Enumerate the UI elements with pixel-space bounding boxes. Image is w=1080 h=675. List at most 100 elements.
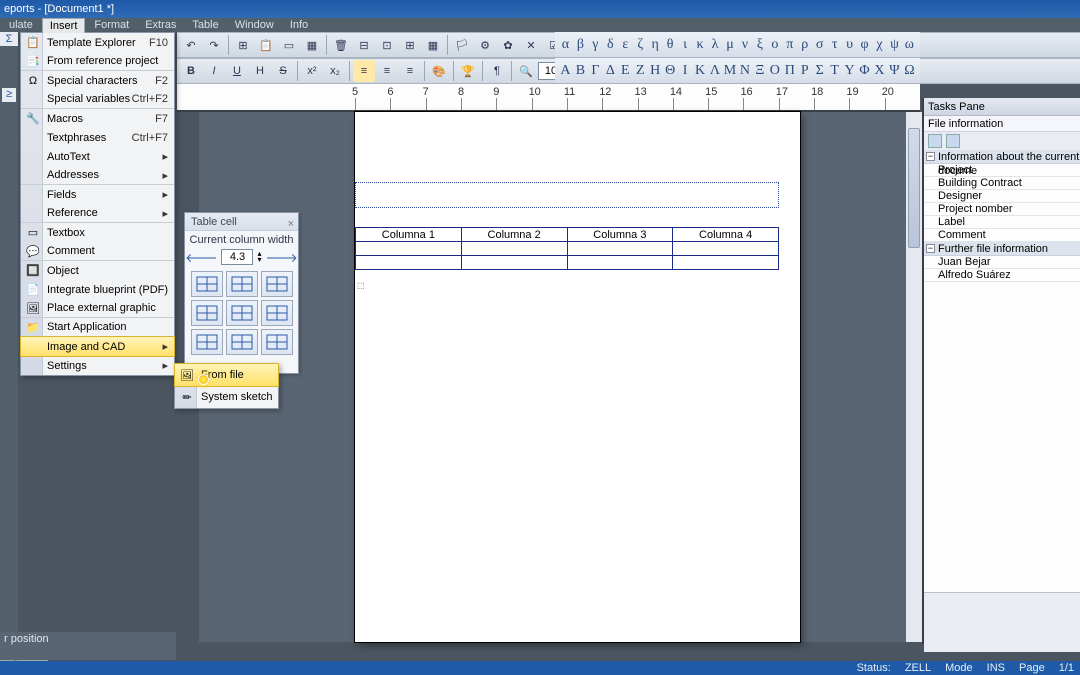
greek-char-btn[interactable]: χ	[872, 34, 887, 56]
info-field[interactable]: Label	[924, 216, 1080, 229]
greek-char-btn[interactable]: Κ	[693, 60, 708, 82]
strike-btn[interactable]: S	[272, 60, 294, 82]
document-page[interactable]: Columna 1Columna 2Columna 3Columna 4 ⬚	[355, 112, 800, 642]
greek-char-btn[interactable]: ε	[618, 34, 633, 56]
menu-format[interactable]: Format	[87, 18, 136, 32]
greek-char-btn[interactable]: Μ	[722, 60, 737, 82]
table-layout-btn[interactable]	[261, 329, 293, 355]
info-field[interactable]: Juan Bejar	[924, 256, 1080, 269]
greek-char-btn[interactable]: Δ	[603, 60, 618, 82]
greek-char-btn[interactable]: ω	[902, 34, 917, 56]
tool-btn[interactable]: ⊡	[376, 34, 398, 56]
greek-char-btn[interactable]: Ν	[737, 60, 752, 82]
greek-char-btn[interactable]: Ι	[678, 60, 693, 82]
greek-char-btn[interactable]: Ω	[902, 60, 917, 82]
tool-btn[interactable]: ▦	[301, 34, 323, 56]
greek-char-btn[interactable]: ψ	[887, 34, 902, 56]
greek-char-btn[interactable]: Τ	[827, 60, 842, 82]
info-field[interactable]: Designer	[924, 190, 1080, 203]
greek-char-btn[interactable]: β	[573, 34, 588, 56]
placeholder-frame[interactable]	[355, 182, 779, 208]
task-icon[interactable]	[928, 134, 942, 148]
greek-char-btn[interactable]: Ε	[618, 60, 633, 82]
greek-char-btn[interactable]: Χ	[872, 60, 887, 82]
dock-btn[interactable]: ≥	[2, 88, 16, 102]
close-icon[interactable]: ×	[288, 215, 294, 233]
bold-btn[interactable]: B	[180, 60, 202, 82]
greek-char-btn[interactable]: θ	[663, 34, 678, 56]
tool-btn[interactable]: 🏳	[451, 34, 473, 56]
tool-btn[interactable]: 🗑	[330, 34, 352, 56]
info-section[interactable]: −Further file information	[924, 242, 1080, 256]
table-header[interactable]: Columna 4	[673, 228, 779, 242]
greek-char-btn[interactable]: η	[648, 34, 663, 56]
menu-item[interactable]: 🔧MacrosF7	[21, 109, 174, 128]
greek-char-btn[interactable]: Λ	[708, 60, 723, 82]
tool-btn[interactable]: ⊞	[232, 34, 254, 56]
info-field[interactable]: Alfredo Suárez	[924, 269, 1080, 282]
tool-btn[interactable]: ↶	[180, 34, 202, 56]
greek-char-btn[interactable]: Γ	[588, 60, 603, 82]
greek-char-btn[interactable]: ι	[678, 34, 693, 56]
tool-btn[interactable]: H	[249, 60, 271, 82]
tool-btn[interactable]: ▭	[278, 34, 300, 56]
greek-char-btn[interactable]: Ο	[767, 60, 782, 82]
menu-item[interactable]: ΩSpecial charactersF2	[21, 71, 174, 90]
greek-char-btn[interactable]: ο	[767, 34, 782, 56]
menu-item[interactable]: ▭Textbox	[21, 223, 174, 242]
table-layout-btn[interactable]	[226, 271, 258, 297]
greek-char-btn[interactable]: υ	[842, 34, 857, 56]
sigma-icon[interactable]: Σ	[6, 33, 13, 45]
menu-item[interactable]: 🖼Place external graphic	[21, 299, 174, 318]
vertical-scrollbar[interactable]	[906, 112, 922, 642]
greek-char-btn[interactable]: Σ	[812, 60, 827, 82]
tool-btn[interactable]: ✿	[497, 34, 519, 56]
menu-item[interactable]: 📄Integrate blueprint (PDF)	[21, 280, 174, 299]
tool-btn[interactable]: ▦	[422, 34, 444, 56]
underline-btn[interactable]: U	[226, 60, 248, 82]
document-table[interactable]: Columna 1Columna 2Columna 3Columna 4	[355, 227, 779, 270]
prev-col-btn[interactable]: 🡐	[185, 250, 217, 265]
menu-item[interactable]: Fields▸	[21, 185, 174, 204]
greek-char-btn[interactable]: Φ	[857, 60, 872, 82]
menu-item[interactable]: TextphrasesCtrl+F7	[21, 128, 174, 147]
superscript-btn[interactable]: x²	[301, 60, 323, 82]
menu-item[interactable]: Special variablesCtrl+F2	[21, 90, 174, 109]
menu-item[interactable]: Image and CAD▸	[20, 336, 175, 357]
tool-btn[interactable]: ¶	[486, 60, 508, 82]
info-field[interactable]: Comment	[924, 229, 1080, 242]
greek-char-btn[interactable]: ξ	[752, 34, 767, 56]
next-col-btn[interactable]: 🡒	[266, 250, 298, 265]
greek-char-btn[interactable]: ζ	[633, 34, 648, 56]
menu-item[interactable]: AutoText▸	[21, 147, 174, 166]
greek-char-btn[interactable]: Η	[648, 60, 663, 82]
align-btn[interactable]: ≡	[376, 60, 398, 82]
file-info-header[interactable]: File information	[924, 116, 1080, 132]
greek-char-btn[interactable]: μ	[722, 34, 737, 56]
greek-char-btn[interactable]: ρ	[797, 34, 812, 56]
greek-char-btn[interactable]: π	[782, 34, 797, 56]
tool-btn[interactable]: ⚙	[474, 34, 496, 56]
column-width-input[interactable]	[221, 249, 253, 265]
greek-char-btn[interactable]: Β	[573, 60, 588, 82]
tool-btn[interactable]: ↷	[203, 34, 225, 56]
table-layout-btn[interactable]	[261, 300, 293, 326]
submenu-item[interactable]: ✏System sketch	[175, 386, 278, 408]
menu-item[interactable]: 🔲Object	[21, 261, 174, 280]
table-header[interactable]: Columna 2	[461, 228, 567, 242]
menu-insert[interactable]: Insert	[42, 18, 86, 33]
menu-item[interactable]: Reference▸	[21, 204, 174, 223]
tool-btn[interactable]: ⊟	[353, 34, 375, 56]
greek-char-btn[interactable]: Ξ	[752, 60, 767, 82]
greek-char-btn[interactable]: σ	[812, 34, 827, 56]
greek-char-btn[interactable]: Ζ	[633, 60, 648, 82]
greek-char-btn[interactable]: λ	[708, 34, 723, 56]
greek-char-btn[interactable]: Ρ	[797, 60, 812, 82]
task-icon[interactable]	[946, 134, 960, 148]
menu-info[interactable]: Info	[283, 18, 315, 32]
subscript-btn[interactable]: x₂	[324, 60, 346, 82]
greek-char-btn[interactable]: Ψ	[887, 60, 902, 82]
greek-char-btn[interactable]: Α	[558, 60, 573, 82]
tool-btn[interactable]: 📋	[255, 34, 277, 56]
menu-item[interactable]: 📑From reference project	[21, 52, 174, 71]
